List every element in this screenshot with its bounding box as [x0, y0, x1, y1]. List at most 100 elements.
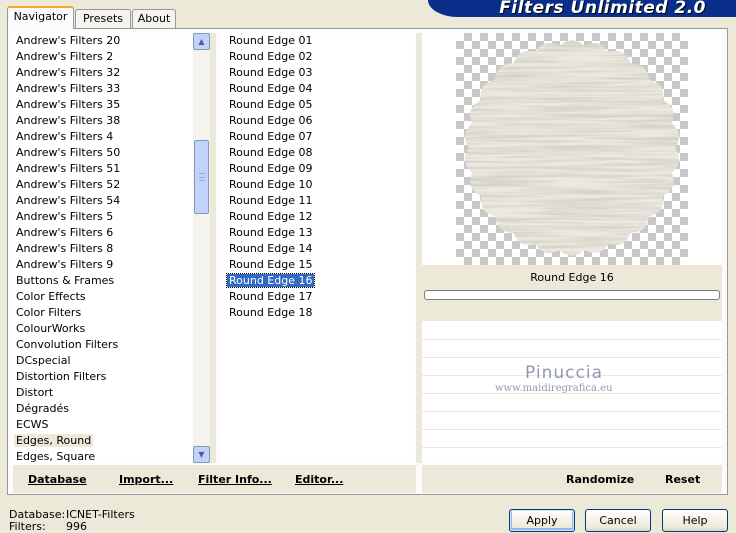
apply-button[interactable]: Apply [509, 509, 575, 532]
list-item-label: Andrew's Filters 2 [16, 50, 114, 63]
list-item-label: Round Edge 05 [229, 98, 313, 111]
list-item[interactable]: ColourWorks [13, 321, 193, 337]
list-item[interactable]: Andrew's Filters 38 [13, 113, 193, 129]
list-item-label: Round Edge 09 [229, 162, 313, 175]
scroll-down-button[interactable]: ▼ [193, 446, 210, 463]
list-item-label: Andrew's Filters 52 [16, 178, 121, 191]
help-button[interactable]: Help [662, 509, 728, 532]
list-item-label: Buttons & Frames [16, 274, 115, 287]
list-item[interactable]: Round Edge 12 [222, 209, 415, 225]
transparency-background [456, 33, 688, 265]
list-item-label: Andrew's Filters 20 [16, 34, 121, 47]
tab-navigator[interactable]: Navigator [7, 6, 74, 29]
filter-list[interactable]: Round Edge 01 Round Edge 02 Round Edge 03 R… [222, 33, 415, 463]
list-item[interactable]: Round Edge 18 [222, 305, 415, 321]
list-item[interactable]: Andrew's Filters 4 [13, 129, 193, 145]
reset-button[interactable]: Reset [665, 473, 700, 486]
list-item[interactable]: Andrew's Filters 2 [13, 49, 193, 65]
list-item[interactable]: Convolution Filters [13, 337, 193, 353]
list-item[interactable]: Round Edge 16 [222, 273, 415, 289]
list-item-label: Round Edge 03 [229, 66, 313, 79]
param-row-divider [422, 429, 722, 430]
grip-icon [199, 173, 205, 181]
watermark-url: www.maidiregrafica.eu [495, 383, 613, 394]
filters-label: Filters: [9, 520, 46, 533]
list-item[interactable]: Andrew's Filters 8 [13, 241, 193, 257]
category-list[interactable]: Andrew's Filters 20 Andrew's Filters 2 And… [13, 33, 193, 463]
scroll-thumb[interactable] [194, 140, 209, 214]
preview-info: Round Edge 16 [422, 265, 722, 321]
list-item-label: Dégradés [16, 402, 69, 415]
preview-label: Round Edge 16 [530, 271, 614, 284]
list-item[interactable]: Andrew's Filters 32 [13, 65, 193, 81]
list-item[interactable]: Round Edge 15 [222, 257, 415, 273]
list-item[interactable]: Andrew's Filters 35 [13, 97, 193, 113]
list-item-label: Distort [16, 386, 54, 399]
randomize-button[interactable]: Randomize [566, 473, 634, 486]
list-item[interactable]: Andrew's Filters 5 [13, 209, 193, 225]
scroll-up-button[interactable]: ▲ [193, 33, 210, 50]
list-item-label: Round Edge 14 [229, 242, 313, 255]
cancel-button[interactable]: Cancel [585, 509, 651, 532]
editor-button[interactable]: Editor... [295, 473, 343, 486]
app-title: Filters Unlimited 2.0 [499, 0, 706, 17]
list-item[interactable]: Edges, Square [13, 449, 193, 463]
list-item[interactable]: Andrew's Filters 6 [13, 225, 193, 241]
list-item[interactable]: Andrew's Filters 52 [13, 177, 193, 193]
watermark-title: Pinuccia [525, 363, 603, 383]
param-row-divider [422, 447, 722, 448]
list-item[interactable]: Round Edge 17 [222, 289, 415, 305]
list-item[interactable]: Edges, Round [13, 433, 193, 449]
list-item-label: Andrew's Filters 5 [16, 210, 114, 223]
list-item[interactable]: Andrew's Filters 9 [13, 257, 193, 273]
list-item-label: Convolution Filters [16, 338, 119, 351]
list-item[interactable]: Round Edge 11 [222, 193, 415, 209]
list-item[interactable]: Andrew's Filters 51 [13, 161, 193, 177]
list-item[interactable]: Andrew's Filters 20 [13, 33, 193, 49]
list-item-label: Round Edge 04 [229, 82, 313, 95]
list-item-label: Round Edge 18 [229, 306, 313, 319]
preview-toolbar: Randomize Reset [422, 465, 722, 493]
list-item[interactable]: DCspecial [13, 353, 193, 369]
list-item[interactable]: Round Edge 07 [222, 129, 415, 145]
database-button[interactable]: Database [28, 473, 87, 486]
list-item[interactable]: Andrew's Filters 50 [13, 145, 193, 161]
list-item-label: Andrew's Filters 38 [16, 114, 121, 127]
list-item-label: Round Edge 16 [225, 273, 316, 288]
list-item-label: Edges, Square [16, 450, 96, 463]
filter-info-button[interactable]: Filter Info... [198, 473, 272, 486]
list-item-label: Andrew's Filters 33 [16, 82, 121, 95]
list-item[interactable]: Round Edge 09 [222, 161, 415, 177]
list-item[interactable]: Round Edge 06 [222, 113, 415, 129]
list-item[interactable]: Round Edge 14 [222, 241, 415, 257]
list-item[interactable]: Round Edge 05 [222, 97, 415, 113]
list-item[interactable]: Round Edge 02 [222, 49, 415, 65]
list-item[interactable]: Buttons & Frames [13, 273, 193, 289]
app-banner: Filters Unlimited 2.0 [428, 0, 736, 17]
list-item[interactable]: Round Edge 13 [222, 225, 415, 241]
tab-presets[interactable]: Presets [75, 9, 131, 28]
list-item-label: Round Edge 06 [229, 114, 313, 127]
list-item[interactable]: Color Effects [13, 289, 193, 305]
list-item[interactable]: Round Edge 01 [222, 33, 415, 49]
list-item[interactable]: Round Edge 04 [222, 81, 415, 97]
preview-area [422, 33, 722, 265]
list-item-label: Color Filters [16, 306, 82, 319]
list-item[interactable]: Distort [13, 385, 193, 401]
list-item[interactable]: Color Filters [13, 305, 193, 321]
list-item[interactable]: Andrew's Filters 33 [13, 81, 193, 97]
list-item[interactable]: Round Edge 10 [222, 177, 415, 193]
list-item[interactable]: Round Edge 08 [222, 145, 415, 161]
list-item[interactable]: Andrew's Filters 54 [13, 193, 193, 209]
import-button[interactable]: Import... [119, 473, 173, 486]
category-scrollbar[interactable]: ▲ ▼ [193, 33, 210, 463]
tab-about[interactable]: About [132, 9, 176, 28]
list-item[interactable]: ECWS [13, 417, 193, 433]
divider [210, 33, 216, 463]
list-item-label: Round Edge 12 [229, 210, 313, 223]
list-item[interactable]: Round Edge 03 [222, 65, 415, 81]
list-item[interactable]: Dégradés [13, 401, 193, 417]
list-item-label: Round Edge 17 [229, 290, 313, 303]
preview-image [464, 40, 680, 256]
list-item[interactable]: Distortion Filters [13, 369, 193, 385]
